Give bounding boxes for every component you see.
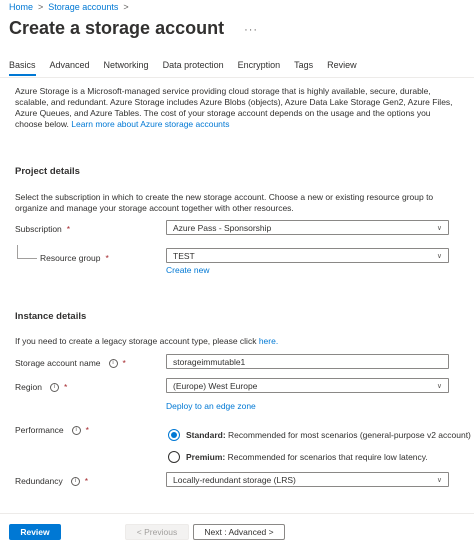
region-dropdown[interactable]: (Europe) West Europe ∨	[166, 378, 449, 393]
redundancy-value: Locally-redundant storage (LRS)	[173, 474, 296, 485]
tab-data-protection[interactable]: Data protection	[163, 60, 224, 76]
performance-premium-option[interactable]: Premium: Recommended for scenarios that …	[168, 451, 428, 463]
tab-advanced[interactable]: Advanced	[50, 60, 90, 76]
info-icon[interactable]: i	[70, 476, 80, 486]
radio-unselected-icon[interactable]	[168, 451, 180, 463]
storage-account-name-input[interactable]: storageimmutable1	[166, 354, 449, 369]
region-value: (Europe) West Europe	[173, 380, 258, 391]
region-label: Region i *	[15, 382, 67, 392]
tabs-divider	[0, 77, 474, 78]
next-advanced-button[interactable]: Next : Advanced >	[193, 524, 285, 540]
more-options-icon[interactable]: ···	[244, 24, 258, 36]
tab-basics[interactable]: Basics	[9, 60, 36, 76]
performance-standard-option[interactable]: Standard: Recommended for most scenarios…	[168, 429, 471, 441]
performance-label: Performance i *	[15, 425, 89, 435]
tree-connector	[17, 245, 18, 258]
storage-name-label-text: Storage account name	[15, 358, 101, 368]
redundancy-dropdown[interactable]: Locally-redundant storage (LRS) ∨	[166, 472, 449, 487]
required-marker: *	[84, 476, 89, 486]
performance-label-text: Performance	[15, 425, 64, 435]
tab-encryption[interactable]: Encryption	[238, 60, 281, 76]
tab-tags[interactable]: Tags	[294, 60, 313, 76]
standard-option-text: Standard: Recommended for most scenarios…	[186, 430, 471, 440]
required-marker: *	[122, 358, 126, 368]
storage-account-name-label: Storage account name i *	[15, 358, 126, 368]
redundancy-label: Redundancy i *	[15, 476, 88, 486]
deploy-edge-zone-link[interactable]: Deploy to an edge zone	[166, 401, 256, 411]
chevron-down-icon: ∨	[436, 224, 442, 232]
standard-option-name: Standard:	[186, 430, 226, 440]
subscription-dropdown[interactable]: Azure Pass - Sponsorship ∨	[166, 220, 449, 235]
chevron-down-icon: ∨	[436, 382, 442, 390]
chevron-down-icon: ∨	[436, 476, 442, 484]
resource-group-label-text: Resource group	[40, 253, 101, 263]
info-icon[interactable]: i	[71, 425, 81, 435]
required-marker: *	[63, 382, 68, 392]
footer-divider	[0, 513, 474, 514]
legacy-account-text: If you need to create a legacy storage a…	[15, 336, 455, 347]
required-marker: *	[105, 253, 109, 263]
premium-option-text: Premium: Recommended for scenarios that …	[186, 452, 428, 462]
tab-networking[interactable]: Networking	[104, 60, 149, 76]
region-label-text: Region	[15, 382, 42, 392]
breadcrumb-storage-accounts[interactable]: Storage accounts	[48, 2, 118, 12]
resource-group-label: Resource group *	[40, 253, 109, 263]
review-button[interactable]: Review	[9, 524, 61, 540]
subscription-label-text: Subscription	[15, 224, 62, 234]
tab-review[interactable]: Review	[327, 60, 357, 76]
tree-connector	[17, 258, 37, 259]
resource-group-dropdown[interactable]: TEST ∨	[166, 248, 449, 263]
create-new-link[interactable]: Create new	[166, 265, 209, 275]
subscription-label: Subscription *	[15, 224, 70, 234]
chevron-right-icon: >	[123, 2, 129, 12]
legacy-here-link[interactable]: here.	[259, 336, 278, 346]
redundancy-label-text: Redundancy	[15, 476, 63, 486]
page-header: Create a storage account ···	[9, 18, 258, 39]
radio-selected-icon[interactable]	[168, 429, 180, 441]
required-marker: *	[66, 224, 71, 234]
legacy-text: If you need to create a legacy storage a…	[15, 336, 259, 346]
instance-details-heading: Instance details	[15, 311, 87, 322]
tab-bar: Basics Advanced Networking Data protecti…	[9, 60, 371, 76]
required-marker: *	[85, 425, 89, 435]
premium-option-name: Premium:	[186, 452, 226, 462]
breadcrumb-home[interactable]: Home	[9, 2, 33, 12]
learn-more-link[interactable]: Learn more about Azure storage accounts	[71, 119, 229, 129]
chevron-down-icon: ∨	[436, 252, 442, 260]
project-details-description: Select the subscription in which to crea…	[15, 192, 434, 213]
project-details-heading: Project details	[15, 166, 80, 177]
page-title: Create a storage account	[9, 18, 225, 38]
info-icon[interactable]: i	[108, 358, 118, 368]
resource-group-value: TEST	[173, 250, 195, 261]
breadcrumb: Home > Storage accounts >	[9, 2, 129, 12]
standard-option-desc: Recommended for most scenarios (general-…	[228, 430, 471, 440]
subscription-value: Azure Pass - Sponsorship	[173, 222, 272, 233]
previous-button[interactable]: < Previous	[125, 524, 189, 540]
info-icon[interactable]: i	[49, 382, 59, 392]
storage-account-name-value: storageimmutable1	[173, 356, 246, 367]
intro-description: Azure Storage is a Microsoft-managed ser…	[15, 86, 455, 130]
chevron-right-icon: >	[38, 2, 44, 12]
premium-option-desc: Recommended for scenarios that require l…	[227, 452, 428, 462]
